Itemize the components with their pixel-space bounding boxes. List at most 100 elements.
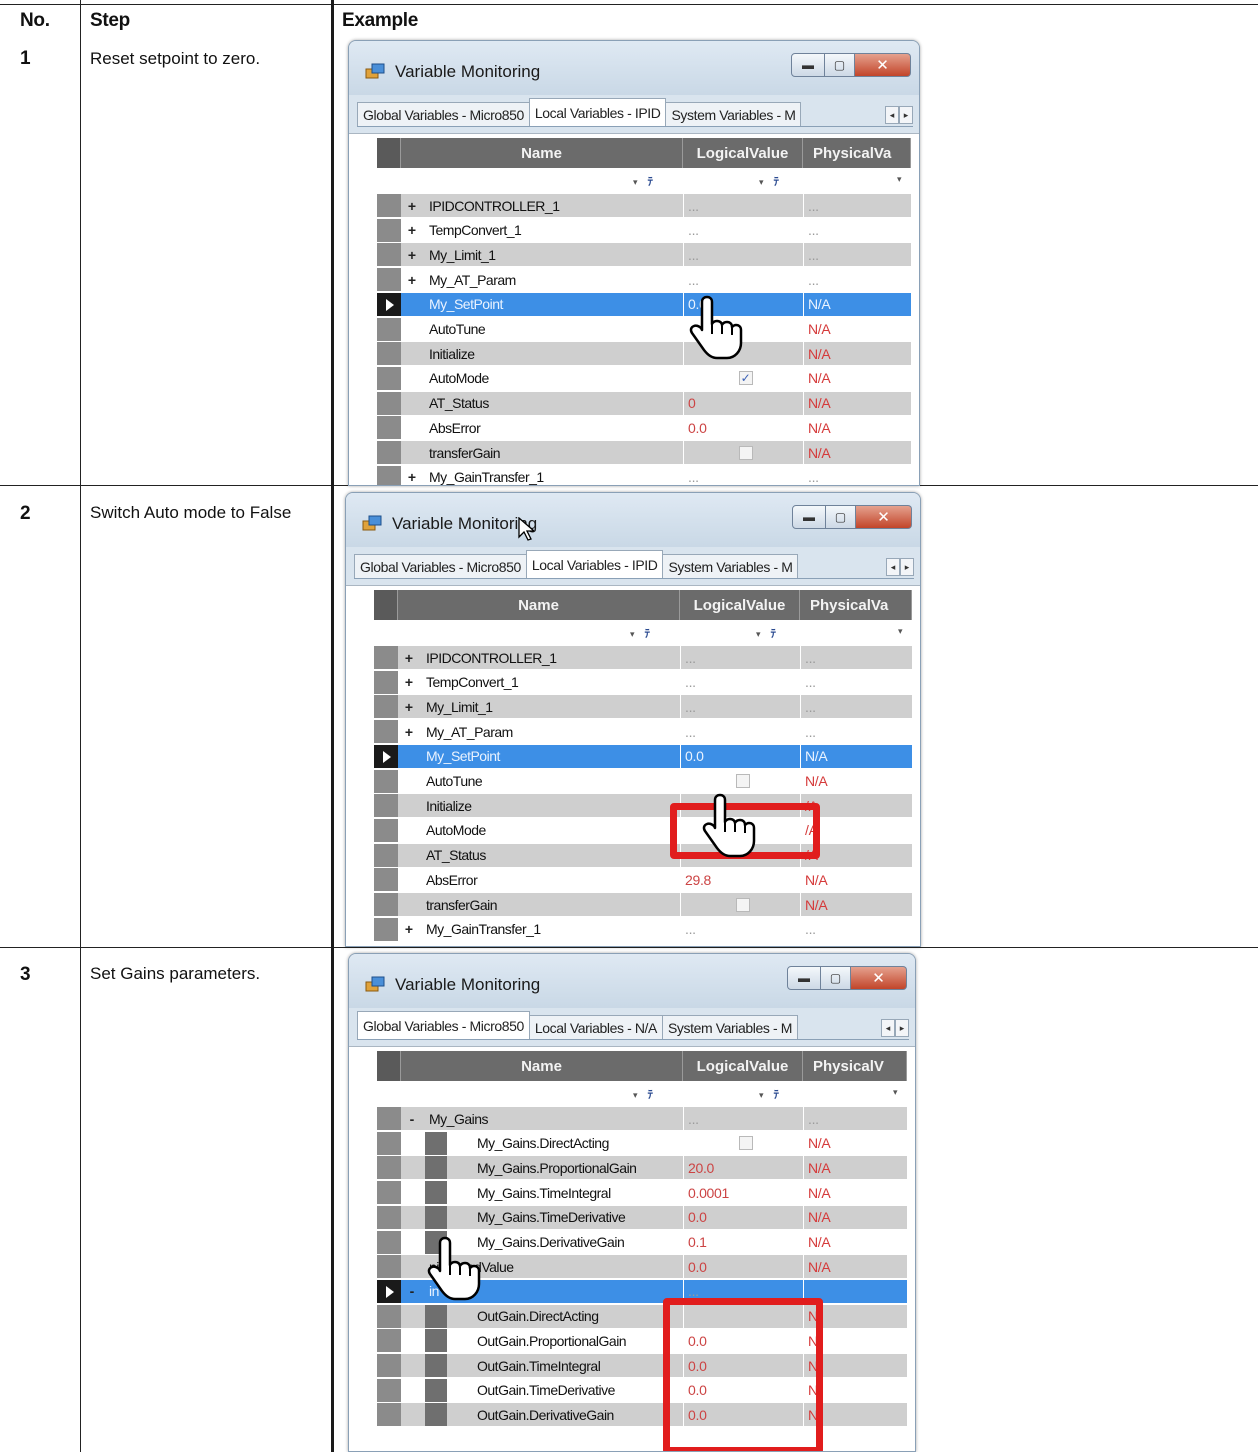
collapse-icon[interactable]: - — [401, 1107, 423, 1130]
expand-icon[interactable]: + — [401, 194, 423, 217]
table-row[interactable]: AutoTune N/A — [374, 768, 912, 793]
row-selector[interactable] — [377, 366, 401, 390]
logical-value-cell[interactable]: ... — [683, 268, 803, 292]
value-checkbox[interactable]: ✓ — [738, 371, 753, 386]
collapse-icon[interactable]: - — [401, 1280, 423, 1303]
maximize-button[interactable]: ▢ — [825, 53, 855, 77]
tab-local-variables[interactable]: Local Variables - IPID — [528, 98, 667, 126]
table-row[interactable]: + My_Limit_1...... — [377, 242, 911, 267]
table-row[interactable]: + My_GainTransfer_1...... — [374, 916, 912, 941]
table-row[interactable]: AutoTune N/A — [377, 316, 911, 341]
logical-value-cell[interactable] — [683, 1304, 803, 1328]
minimize-button[interactable]: ▬ — [792, 505, 826, 529]
row-selector[interactable] — [374, 843, 398, 867]
expand-icon[interactable]: + — [398, 720, 420, 743]
table-row[interactable]: - My_Gains...... — [377, 1106, 907, 1130]
value-checkbox[interactable] — [738, 445, 753, 460]
row-selector[interactable] — [377, 1279, 401, 1303]
logical-value-cell[interactable] — [683, 342, 803, 366]
logical-value-cell[interactable] — [680, 843, 800, 867]
tab-scroll-right-button[interactable]: ▸ — [899, 106, 913, 124]
close-button[interactable]: ✕ — [856, 505, 912, 529]
table-row[interactable]: AT_Status 0 N/A — [377, 390, 911, 415]
logical-value-cell[interactable] — [683, 441, 803, 464]
table-row[interactable]: transferGain N/A — [377, 440, 911, 464]
column-header-name[interactable]: Name — [398, 590, 680, 620]
tab-system-variables[interactable]: System Variables - M — [662, 554, 799, 578]
table-row[interactable]: - in... — [377, 1278, 907, 1303]
row-selector[interactable] — [374, 646, 398, 669]
expand-icon[interactable]: + — [398, 671, 420, 694]
name-filter-button[interactable]: ▾ ﾃ — [633, 173, 653, 189]
row-selector[interactable] — [374, 794, 398, 818]
expand-icon[interactable]: + — [401, 219, 423, 242]
expand-icon[interactable]: + — [398, 918, 420, 941]
expand-icon[interactable]: + — [401, 268, 423, 291]
table-row[interactable]: My_SetPoint 0.0 N/A — [377, 291, 911, 316]
value-checkbox[interactable] — [735, 897, 750, 912]
logical-value-filter-button[interactable]: ▾ ﾃ — [759, 173, 779, 189]
table-row[interactable]: nipulatedValue 0.0 N/A — [377, 1254, 907, 1279]
tab-local-variables[interactable]: Local Variables - N/A — [528, 1015, 663, 1039]
name-filter-button[interactable]: ▾ ﾃ — [633, 1086, 653, 1102]
table-row[interactable]: My_SetPoint 0.0 N/A — [374, 743, 912, 768]
tab-local-variables[interactable]: Local Variables - IPID — [525, 550, 664, 578]
logical-value-cell[interactable] — [683, 317, 803, 341]
row-selector[interactable] — [374, 769, 398, 793]
table-row[interactable]: + IPIDCONTROLLER_1...... — [374, 645, 912, 669]
logical-value-cell[interactable]: 20.0 — [683, 1156, 803, 1180]
table-row[interactable]: OutGain.ProportionalGain 0.0 N — [377, 1328, 907, 1353]
logical-value-cell[interactable]: 0.0001 — [683, 1181, 803, 1205]
close-button[interactable]: ✕ — [855, 53, 911, 77]
row-selector[interactable] — [377, 317, 401, 341]
row-selector[interactable] — [377, 441, 401, 464]
logical-value-cell[interactable]: ✓ — [683, 366, 803, 390]
row-selector[interactable] — [377, 268, 401, 292]
expand-icon[interactable]: + — [398, 646, 420, 669]
logical-value-filter-button[interactable]: ▾ ﾃ — [756, 625, 776, 641]
row-selector[interactable] — [377, 1329, 401, 1353]
tab-system-variables[interactable]: System Variables - M — [665, 102, 802, 126]
row-selector[interactable] — [377, 1181, 401, 1205]
table-row[interactable]: OutGain.DerivativeGain 0.0 N — [377, 1402, 907, 1427]
column-header-physical-value[interactable]: PhysicalVa — [803, 138, 911, 168]
logical-value-cell[interactable]: 0.0 — [683, 1354, 803, 1377]
row-selector[interactable] — [374, 744, 398, 768]
logical-value-cell[interactable] — [680, 769, 800, 793]
minimize-button[interactable]: ▬ — [791, 53, 825, 77]
table-row[interactable]: Initialize N/A — [377, 341, 911, 366]
logical-value-cell[interactable]: 0 — [683, 391, 803, 415]
row-selector[interactable] — [377, 292, 401, 316]
column-header-physical-value[interactable]: PhysicalV — [803, 1051, 907, 1081]
close-button[interactable]: ✕ — [851, 966, 907, 990]
column-header-name[interactable]: Name — [401, 138, 683, 168]
table-row[interactable]: + My_AT_Param...... — [377, 267, 911, 292]
logical-value-cell[interactable]: ... — [680, 917, 800, 941]
table-row[interactable]: + TempConvert_1...... — [377, 217, 911, 242]
row-selector[interactable] — [377, 391, 401, 415]
logical-value-cell[interactable]: 0.0 — [683, 416, 803, 440]
column-header-logical-value[interactable]: LogicalValue — [683, 138, 803, 168]
row-selector[interactable] — [377, 465, 401, 485]
logical-value-cell[interactable]: 0.1 — [683, 1230, 803, 1254]
physical-value-filter-button[interactable]: ▾ — [893, 1086, 908, 1098]
row-selector[interactable] — [377, 1378, 401, 1402]
row-selector[interactable] — [377, 1255, 401, 1279]
logical-value-cell[interactable]: 29.8 — [680, 868, 800, 892]
table-row[interactable]: AbsError 29.8 N/A — [374, 867, 912, 892]
table-row[interactable]: My_Gains.DirectActing N/A — [377, 1130, 907, 1155]
row-selector[interactable] — [377, 416, 401, 440]
logical-value-cell[interactable]: 0.0 — [683, 1378, 803, 1402]
minimize-button[interactable]: ▬ — [787, 966, 821, 990]
logical-value-cell[interactable]: 0.0 — [683, 1205, 803, 1229]
row-selector[interactable] — [374, 670, 398, 694]
table-row[interactable]: My_Gains.DerivativeGain 0.1 N/A — [377, 1229, 907, 1254]
tab-scroll-right-button[interactable]: ▸ — [900, 558, 914, 576]
tab-scroll-left-button[interactable]: ◂ — [881, 1019, 895, 1037]
row-selector[interactable] — [377, 218, 401, 242]
physical-value-filter-button[interactable]: ▾ — [898, 625, 913, 637]
column-header-logical-value[interactable]: LogicalValue — [683, 1051, 803, 1081]
logical-value-cell[interactable]: ... — [683, 218, 803, 242]
tab-system-variables[interactable]: System Variables - M — [661, 1015, 798, 1039]
logical-value-cell[interactable]: ... — [680, 646, 800, 669]
